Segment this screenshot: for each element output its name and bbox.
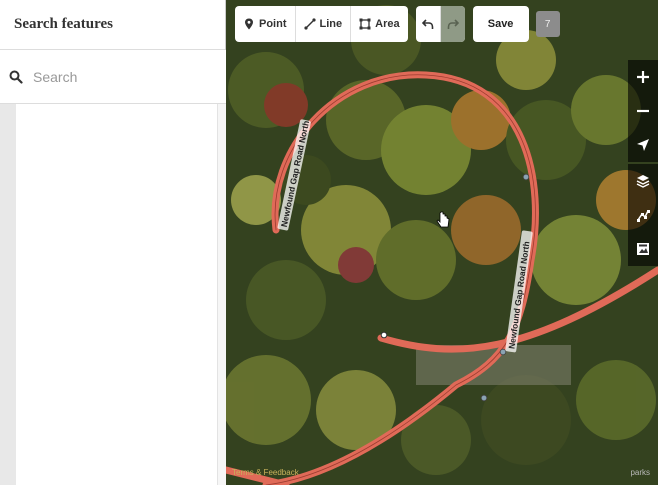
redo-button[interactable] (440, 6, 465, 42)
sidebar-scrollbar[interactable] (217, 104, 226, 485)
sidebar: Search features (0, 0, 226, 485)
zoom-in-icon (637, 71, 649, 83)
list-gutter (0, 104, 16, 485)
add-line-label: Line (319, 18, 343, 30)
map-data-button[interactable] (628, 198, 658, 232)
aerial-imagery: Newfound Gap Road North Newfound Gap Roa… (226, 0, 658, 485)
zoom-out-icon (637, 109, 649, 113)
point-icon (245, 18, 253, 30)
map-controls (628, 60, 658, 266)
edit-count-badge: 7 (535, 11, 560, 37)
search-input[interactable] (31, 67, 205, 86)
background-layers-button[interactable] (628, 164, 658, 198)
zoom-in-button[interactable] (628, 60, 658, 94)
help-button[interactable] (628, 232, 658, 266)
add-feature-group: Point Line Area (235, 6, 408, 42)
redo-icon (447, 19, 459, 29)
add-line-button[interactable]: Line (296, 6, 352, 42)
top-toolbar: Point Line Area Save 7 (235, 6, 560, 42)
undo-button[interactable] (416, 6, 441, 42)
save-button[interactable]: Save (472, 6, 529, 42)
list-body[interactable] (16, 104, 217, 485)
add-area-button[interactable]: Area (351, 6, 407, 42)
imagery-credit: parks (630, 468, 650, 477)
sidebar-header: Search features (0, 0, 225, 50)
layers-icon (636, 175, 650, 188)
add-point-button[interactable]: Point (235, 6, 296, 42)
help-icon (637, 243, 649, 255)
map-view[interactable]: Newfound Gap Road North Newfound Gap Roa… (226, 0, 658, 485)
undo-icon (421, 19, 433, 29)
line-icon (303, 18, 316, 30)
search-icon (9, 70, 23, 84)
undo-redo-group (415, 6, 465, 42)
feature-list[interactable] (0, 104, 226, 485)
zoom-out-button[interactable] (628, 94, 658, 128)
map-data-icon (637, 210, 650, 222)
area-icon (359, 18, 371, 30)
add-area-label: Area (375, 18, 400, 30)
add-point-label: Point (259, 18, 287, 30)
sidebar-title: Search features (14, 16, 114, 32)
search-bar (0, 50, 226, 104)
geolocate-icon (637, 139, 649, 151)
geolocate-button[interactable] (628, 128, 658, 162)
attribution-link[interactable]: Terms & Feedback (232, 468, 299, 477)
